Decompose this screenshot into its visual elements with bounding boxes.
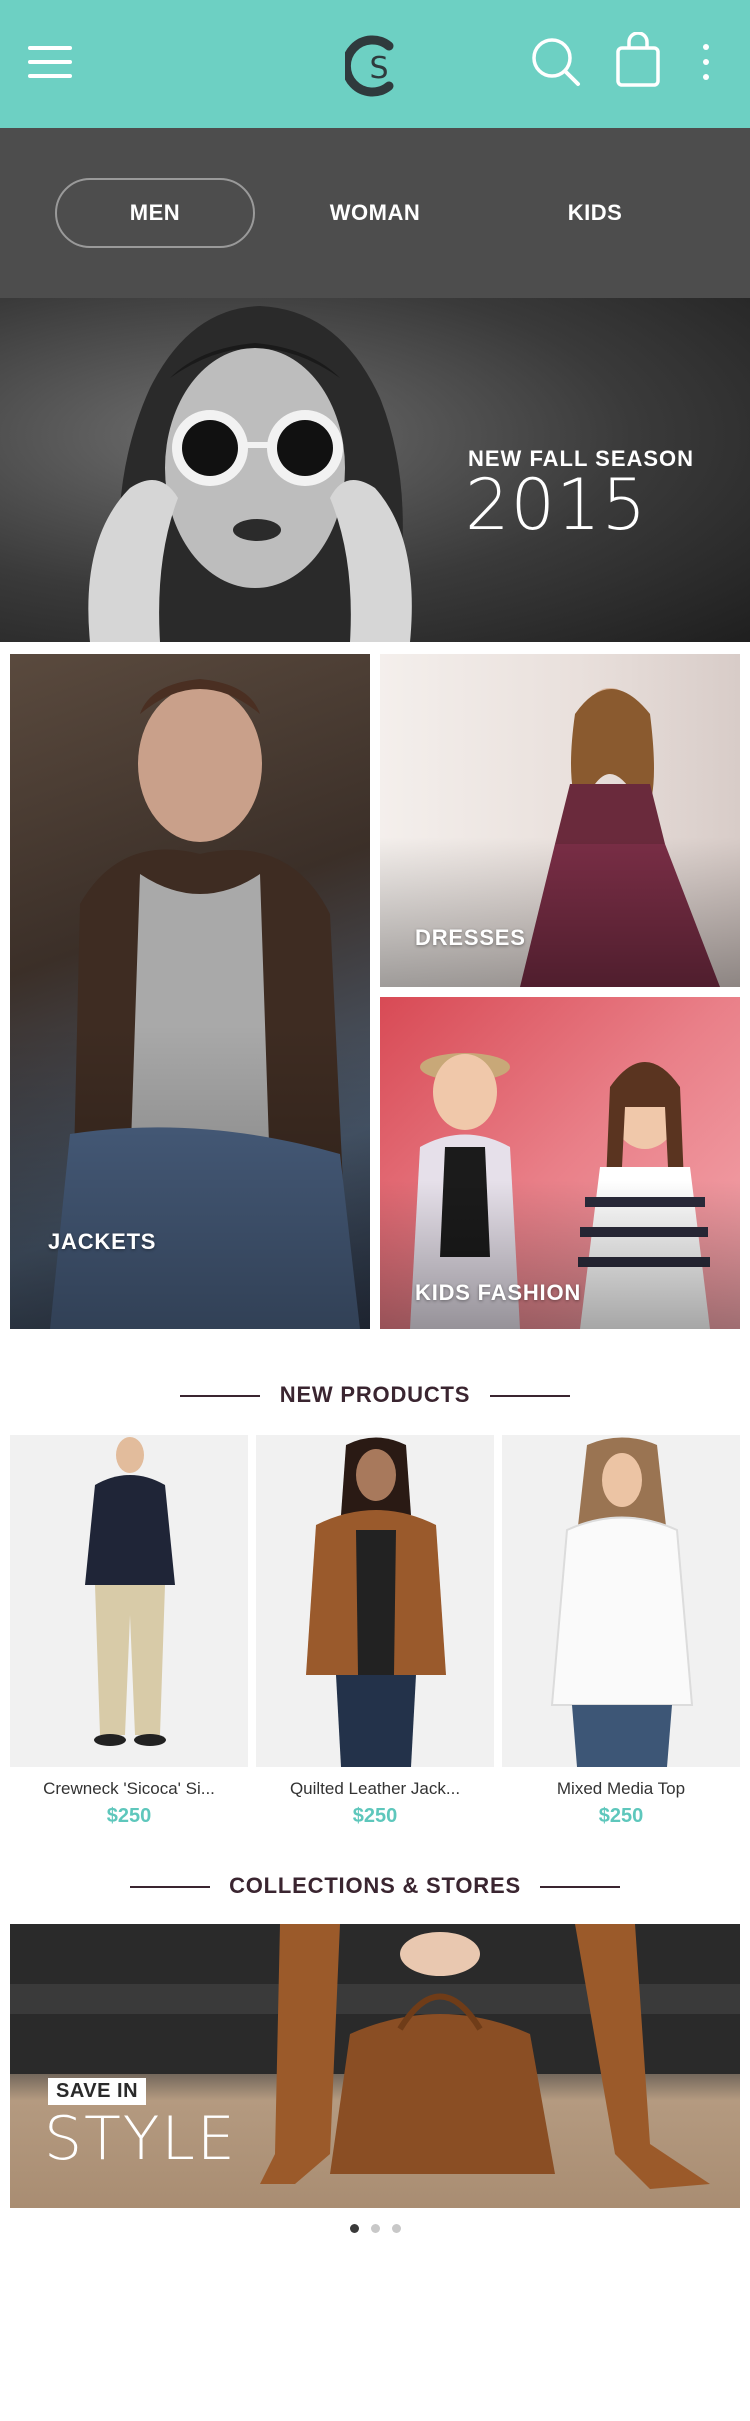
search-icon[interactable] <box>530 36 582 88</box>
collections-badge: SAVE IN <box>48 2078 147 2105</box>
category-tabs: MEN WOMAN KIDS <box>0 128 750 298</box>
category-label-jackets: JACKETS <box>48 1229 157 1254</box>
category-tile-dresses[interactable]: DRESSES <box>380 654 740 987</box>
collections-title: COLLECTIONS & STORES <box>229 1873 521 1898</box>
product-card[interactable]: Quilted Leather Jack... $250 <box>256 1435 494 1828</box>
pager-dot[interactable] <box>391 2224 401 2233</box>
menu-icon[interactable] <box>28 46 72 78</box>
category-label-kids-fashion: KIDS FASHION <box>415 1280 582 1305</box>
hero-banner[interactable]: NEW FALL SEASON 2015 <box>0 298 750 642</box>
heading-divider-right <box>540 1886 620 1888</box>
heading-divider-left <box>130 1886 210 1888</box>
app-header: S <box>0 0 750 128</box>
heading-divider-left <box>180 1395 260 1397</box>
logo-letter: S <box>369 51 388 86</box>
tab-men[interactable]: MEN <box>55 178 255 248</box>
pager-dot[interactable] <box>349 2224 359 2233</box>
collections-banner-title: STYLE <box>44 2104 237 2174</box>
hero-model-image <box>88 306 412 642</box>
product-price: $250 <box>598 1805 644 1827</box>
product-name: Quilted Leather Jack... <box>289 1779 461 1798</box>
product-price: $250 <box>106 1805 152 1827</box>
product-card[interactable]: Crewneck 'Sicoca' Si... $250 <box>10 1435 248 1828</box>
collections-banner[interactable]: SAVE IN STYLE <box>10 1924 740 2208</box>
product-name: Crewneck 'Sicoca' Si... <box>43 1779 215 1798</box>
hero-year: 2015 <box>465 464 648 546</box>
product-image <box>10 1435 248 1767</box>
collections-heading: COLLECTIONS & STORES <box>0 1873 750 1899</box>
product-image <box>502 1435 740 1767</box>
product-name: Mixed Media Top <box>556 1779 686 1798</box>
brand-logo-icon[interactable]: S <box>345 32 405 100</box>
shopping-bag-icon[interactable] <box>615 32 661 88</box>
product-card[interactable]: Mixed Media Top $250 <box>502 1435 740 1828</box>
product-image <box>256 1435 494 1767</box>
heading-divider-right <box>490 1395 570 1397</box>
product-price: $250 <box>352 1805 398 1827</box>
category-tile-kids-fashion[interactable]: KIDS FASHION <box>380 997 740 1329</box>
tab-kids[interactable]: KIDS <box>495 178 695 248</box>
new-products-title: NEW PRODUCTS <box>279 1382 471 1407</box>
tab-woman[interactable]: WOMAN <box>275 178 475 248</box>
pager-dot[interactable] <box>370 2224 380 2233</box>
category-tile-jackets[interactable]: JACKETS <box>10 654 370 1329</box>
carousel-pager <box>0 2224 750 2238</box>
category-label-dresses: DRESSES <box>415 925 526 950</box>
more-options-icon[interactable] <box>696 40 716 84</box>
new-products-heading: NEW PRODUCTS <box>0 1382 750 1408</box>
